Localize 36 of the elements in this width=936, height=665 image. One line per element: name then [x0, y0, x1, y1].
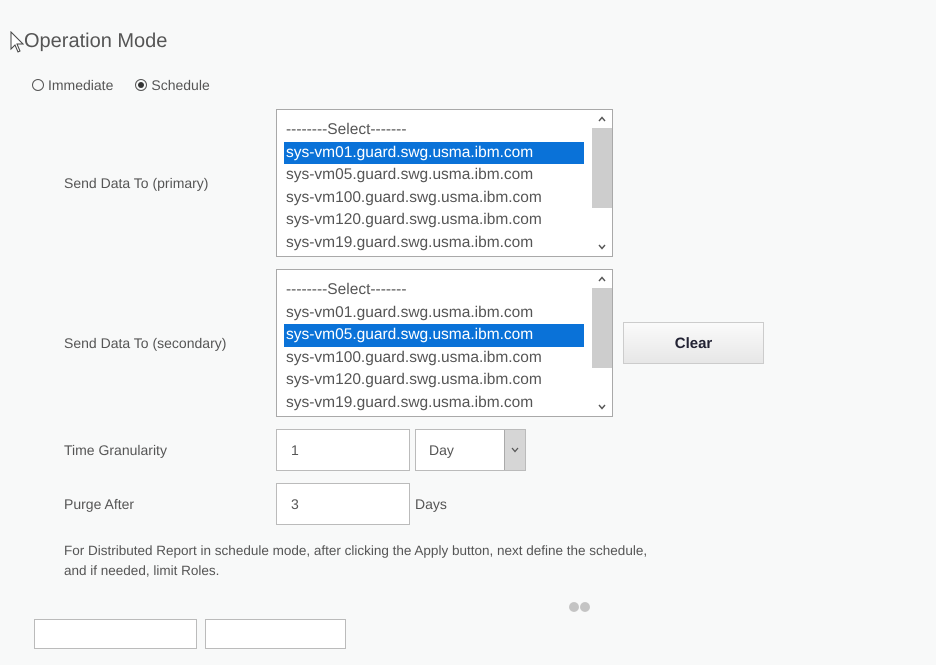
help-text: For Distributed Report in schedule mode, after clicking the Apply button, next define the schedule, and if needed, limit Roles.	[64, 542, 648, 580]
field-label: Send Data To (primary)	[64, 175, 210, 191]
scroll-down-icon[interactable]	[598, 244, 606, 250]
host-list[interactable]: --------Select------- sys-vm01.guard.swg.usma.ibm.com sys-vm05.guard.swg.usma.ibm.com sys-vm100.guard.swg.usma.ibm.com sys-vm120.guard.swg.usma.ibm.com sys-vm19.guard.swg.usma.ibm.com	[276, 269, 613, 417]
list-option[interactable]: --------Select-------	[284, 279, 584, 302]
caret-icon	[511, 447, 519, 453]
field-label: Purge After	[64, 496, 136, 512]
list-option[interactable]: sys-vm01.guard.swg.usma.ibm.com	[284, 142, 584, 164]
purge-field[interactable]: 3	[276, 483, 410, 525]
scroll-up-icon[interactable]	[598, 116, 606, 122]
mode-radio[interactable]: Schedule	[135, 77, 210, 93]
list-option[interactable]: --------Select-------	[284, 119, 584, 142]
unit-label: Days	[415, 496, 447, 512]
clear-button[interactable]: Clear	[623, 322, 764, 364]
list-option[interactable]: sys-vm19.guard.swg.usma.ibm.com	[284, 232, 584, 255]
list-option[interactable]: sys-vm100.guard.swg.usma.ibm.com	[284, 346, 584, 370]
list-option[interactable]: sys-vm05.guard.swg.usma.ibm.com	[284, 164, 584, 187]
granularity-field[interactable]: 1	[276, 429, 410, 471]
list-option[interactable]: sys-vm05.guard.swg.usma.ibm.com	[284, 324, 584, 347]
list-option[interactable]: sys-vm120.guard.swg.usma.ibm.com	[284, 209, 584, 232]
scrollbar-thumb[interactable]	[592, 288, 612, 368]
list-option[interactable]: sys-vm100.guard.swg.usma.ibm.com	[284, 186, 584, 210]
host-list[interactable]: --------Select------- sys-vm01.guard.swg.usma.ibm.com sys-vm05.guard.swg.usma.ibm.com sys-vm100.guard.swg.usma.ibm.com sys-vm120.guard.swg.usma.ibm.com sys-vm19.guard.swg.usma.ibm.com	[276, 109, 613, 257]
scroll-up-icon[interactable]	[598, 276, 606, 282]
cursor-icon	[10, 30, 24, 52]
list-option[interactable]: sys-vm01.guard.swg.usma.ibm.com	[284, 302, 584, 324]
list-option[interactable]: sys-vm120.guard.swg.usma.ibm.com	[284, 369, 584, 392]
mode-radio[interactable]: Immediate	[32, 77, 114, 93]
field-label: Send Data To (secondary)	[64, 335, 228, 351]
scrollbar-thumb[interactable]	[592, 128, 612, 208]
loading-dots-icon	[568, 601, 592, 613]
field-label: Time Granularity	[64, 442, 168, 458]
list-option[interactable]: sys-vm19.guard.swg.usma.ibm.com	[284, 392, 584, 415]
section-title: Operation Mode	[24, 30, 168, 53]
unit-dropdown[interactable]: Day	[415, 429, 526, 471]
scroll-down-icon[interactable]	[598, 404, 606, 410]
